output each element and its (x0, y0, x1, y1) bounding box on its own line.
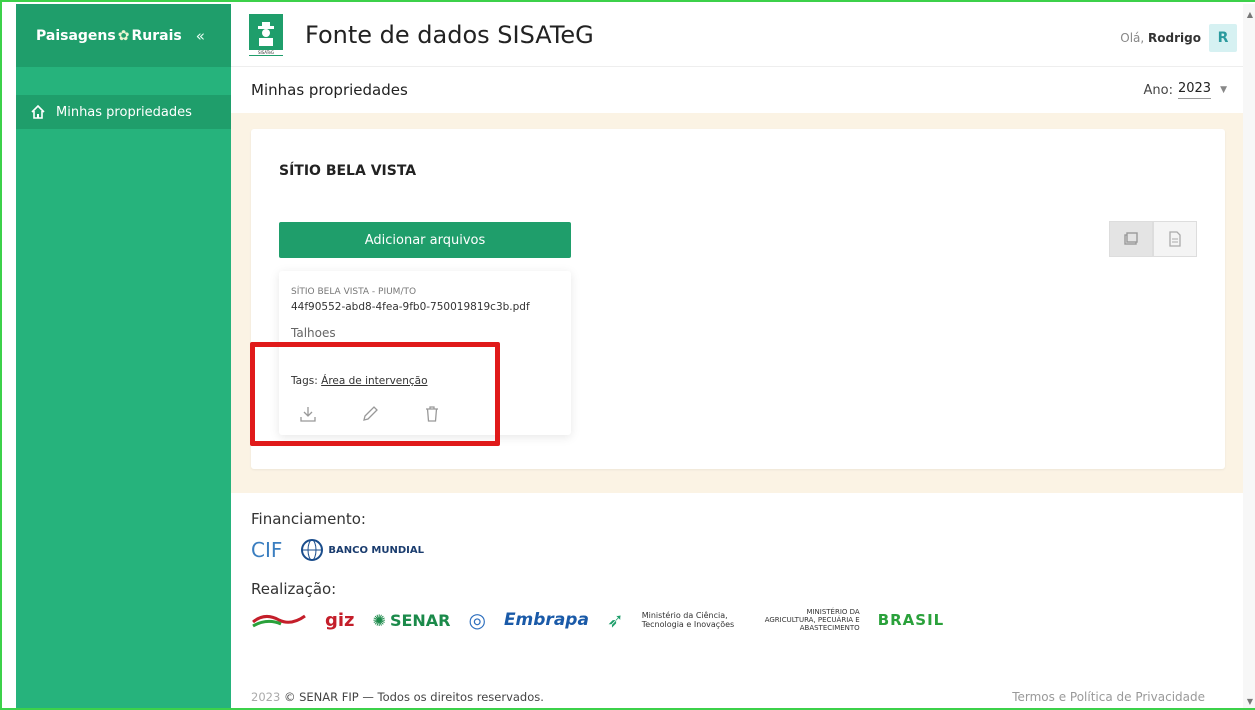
user-menu[interactable]: Olá, Rodrigo R (1120, 24, 1237, 52)
chevron-down-icon[interactable]: ▼ (1220, 85, 1227, 95)
sidebar-item-minhas-propriedades[interactable]: Minhas propriedades (16, 95, 231, 129)
card-view-button[interactable] (1109, 221, 1153, 257)
senar-logo: ✺ SENAR (372, 610, 451, 630)
list-view-button[interactable] (1153, 221, 1197, 257)
file-type: Talhoes (291, 326, 336, 340)
brand-left: Paisagens (36, 27, 116, 44)
giz-logo: giz (325, 609, 355, 631)
mapa-logo: MINISTÉRIO DA AGRICULTURA, PECUÁRIA E AB… (764, 608, 860, 632)
terms-link[interactable]: Termos e Política de Privacidade (1012, 690, 1205, 704)
sidebar-header: Paisagens ✿ Rurais « (16, 4, 231, 67)
cards-icon (1124, 232, 1138, 245)
section-title: Minhas propriedades (251, 81, 408, 99)
file-property-location: SÍTIO BELA VISTA - PIUM/TO (291, 287, 417, 297)
copyright: 2023 © SENAR FIP — Todos os direitos res… (251, 690, 544, 704)
leaf-icon: ✿ (117, 27, 130, 44)
brand-logo[interactable]: Paisagens ✿ Rurais (36, 28, 182, 44)
highlight-box (250, 342, 500, 446)
sub-bar: Minhas propriedades Ano: 2023 ▼ (231, 67, 1255, 113)
scroll-down-icon[interactable]: ▼ (1247, 697, 1253, 706)
year-value[interactable]: 2023 (1177, 81, 1212, 99)
home-icon (31, 104, 45, 119)
forest-logo: ◎ (468, 608, 486, 632)
footer: Financiamento: CIF BANCO MUNDIAL Realiza… (251, 510, 1225, 636)
cif-logo: CIF (251, 538, 283, 562)
property-name: SÍTIO BELA VISTA (279, 163, 417, 179)
year-select[interactable]: Ano: 2023 ▼ (1144, 81, 1227, 99)
page-title: Fonte de dados SISATeG (305, 21, 594, 49)
brand-right: Rurais (131, 27, 182, 44)
document-icon (1169, 231, 1181, 247)
avatar[interactable]: R (1209, 24, 1237, 52)
scrollbar[interactable]: ▲ ▼ (1243, 4, 1255, 708)
partners-logos: giz ✺ SENAR ◎ Embrapa ➶ Ministério da Ci… (251, 604, 1225, 636)
file-name: 44f90552-abd8-4fea-9fb0-750019819c3b.pdf (291, 301, 530, 313)
financiamento-title: Financiamento: (251, 510, 366, 528)
greeting: Olá, (1120, 31, 1145, 45)
embrapa-logo: Embrapa (503, 610, 589, 630)
bird-logo: ➶ (606, 608, 624, 632)
add-files-button[interactable]: Adicionar arquivos (279, 222, 571, 258)
mcti-logo: Ministério da Ciência, Tecnologia e Inov… (641, 611, 735, 629)
view-toggle (1109, 221, 1197, 257)
sidebar: Paisagens ✿ Rurais « Minhas propriedades (16, 4, 231, 708)
copyright-text: © SENAR FIP — Todos os direitos reservad… (283, 690, 544, 704)
realizacao-title: Realização: (251, 580, 337, 598)
brasil-logo: BRASIL (877, 611, 945, 629)
scroll-up-icon[interactable]: ▲ (1247, 10, 1253, 19)
funders-logos: CIF BANCO MUNDIAL (251, 534, 1225, 566)
sidebar-item-label: Minhas propriedades (56, 104, 192, 120)
app-icon-caption: SISATeG (249, 50, 283, 55)
world-bank-logo: BANCO MUNDIAL (300, 538, 424, 562)
cooperacao-alema-logo (251, 608, 307, 632)
user-name: Rodrigo (1148, 31, 1201, 45)
collapse-sidebar-icon[interactable]: « (196, 27, 205, 45)
farmer-icon: SISATeG (249, 14, 283, 56)
top-bar: SISATeG Fonte de dados SISATeG Olá, Rodr… (231, 4, 1255, 67)
year-label: Ano: (1143, 82, 1173, 98)
app-frame: Paisagens ✿ Rurais « Minhas propriedades… (0, 0, 1255, 710)
copyright-year: 2023 (251, 690, 281, 704)
